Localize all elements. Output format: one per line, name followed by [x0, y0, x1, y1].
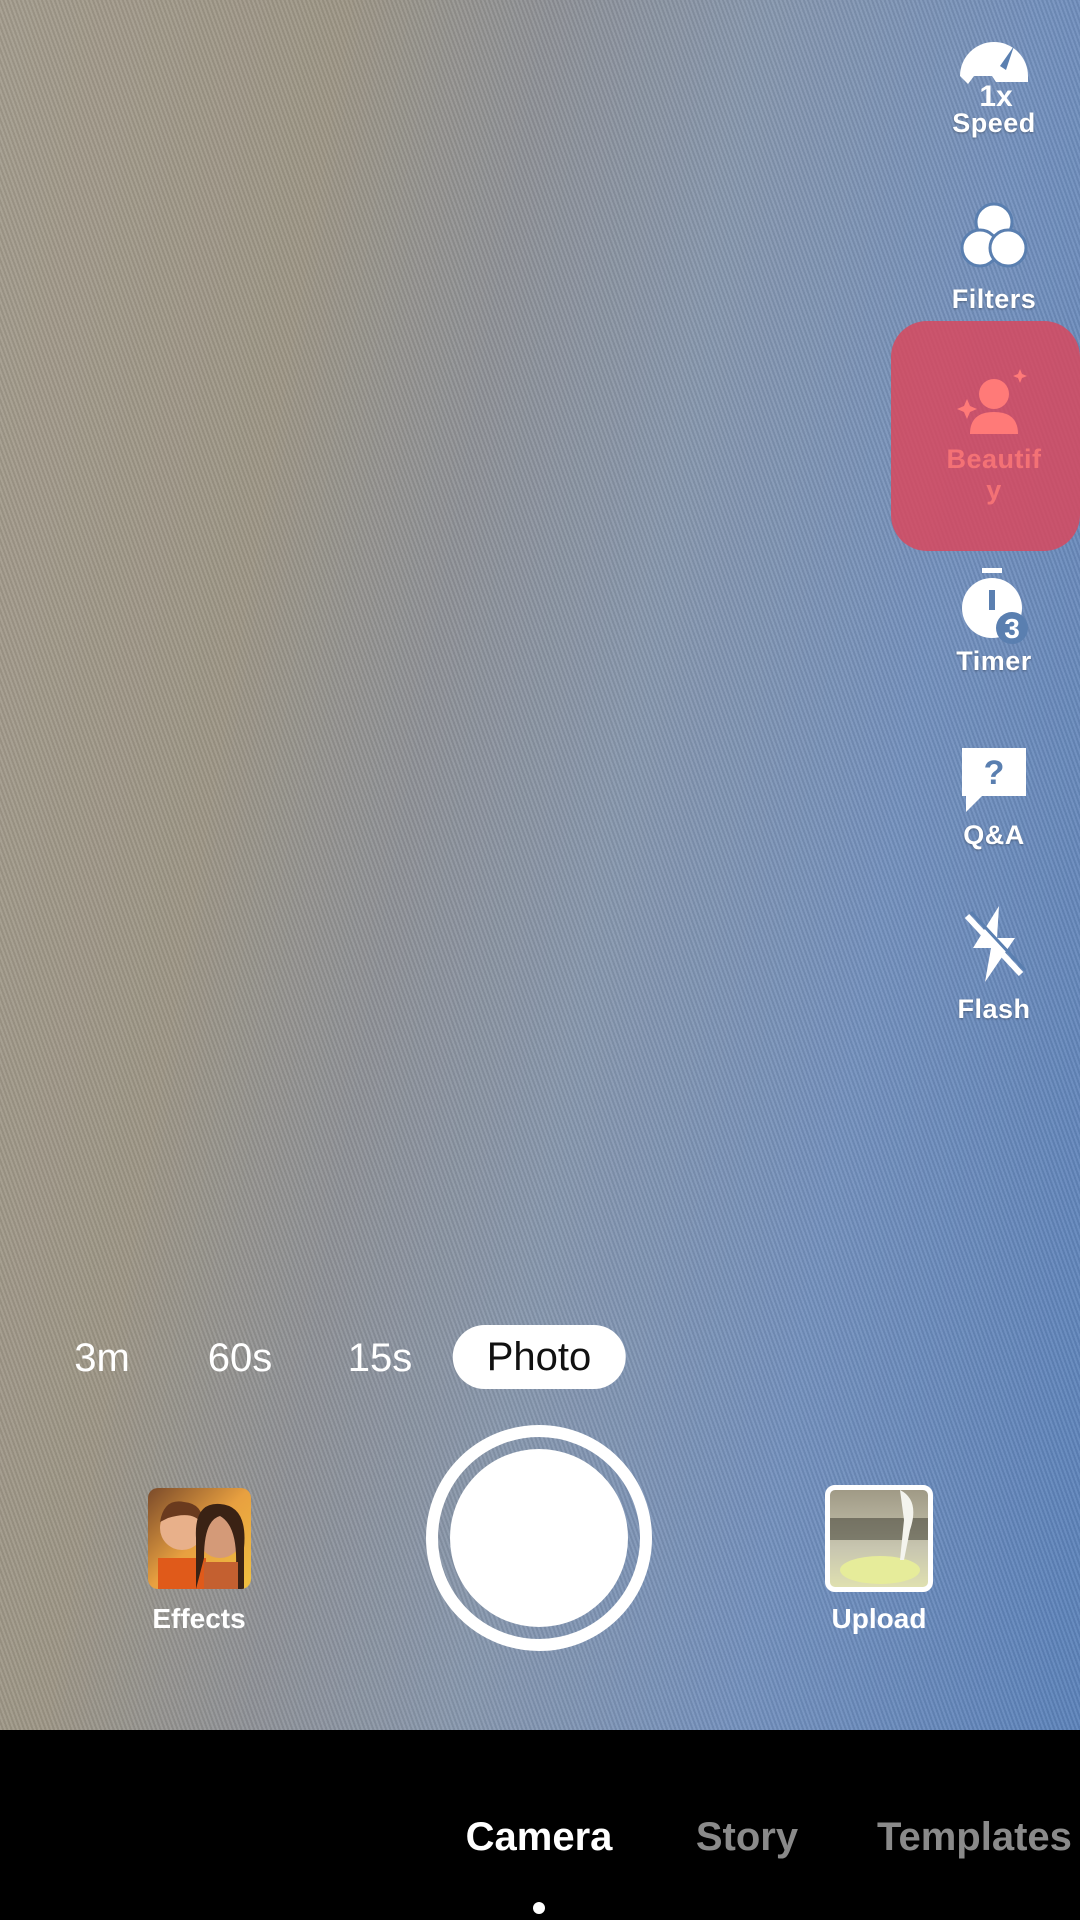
timer-label: Timer: [956, 646, 1032, 676]
svg-text:?: ?: [984, 754, 1005, 792]
shutter-button[interactable]: [426, 1425, 652, 1651]
shutter-inner: [450, 1449, 628, 1627]
effects-avatars-image: [158, 1501, 245, 1589]
beautify-label: Beautif: [946, 444, 1042, 474]
effects-label: Effects: [152, 1603, 246, 1634]
effects-button[interactable]: [148, 1488, 251, 1589]
filters-label: Filters: [951, 284, 1037, 314]
speed-gauge-icon: 1x: [960, 42, 1028, 108]
upload-button[interactable]: [825, 1485, 933, 1592]
timer-button[interactable]: 3 Timer: [919, 566, 1069, 677]
filters-button[interactable]: Filters: [919, 200, 1069, 315]
qa-button[interactable]: ? Q&A: [919, 742, 1069, 851]
beautify-label-wrap: y: [986, 475, 1002, 505]
qa-icon: ?: [962, 748, 1026, 812]
qa-label: Q&A: [963, 820, 1025, 850]
beautify-button[interactable]: Beautif y: [919, 368, 1069, 506]
mode-60s[interactable]: 60s: [208, 1330, 273, 1386]
tab-camera[interactable]: Camera: [466, 1815, 613, 1860]
speed-label: Speed: [952, 108, 1036, 138]
svg-text:3: 3: [1004, 613, 1020, 644]
filters-icon: [960, 202, 1028, 268]
tab-story[interactable]: Story: [696, 1815, 798, 1860]
flash-off-icon: [964, 906, 1027, 982]
speed-button[interactable]: 1x Speed: [919, 32, 1069, 139]
flash-button[interactable]: Flash: [919, 904, 1069, 1025]
tab-templates[interactable]: Templates: [877, 1815, 1072, 1860]
selected-tab-indicator: [533, 1902, 545, 1914]
beautify-icon: [957, 369, 1027, 434]
upload-label: Upload: [831, 1603, 927, 1634]
flash-label: Flash: [957, 994, 1031, 1024]
mode-3m[interactable]: 3m: [74, 1330, 130, 1386]
mode-photo[interactable]: Photo: [452, 1325, 626, 1389]
upload-preview-image: [830, 1490, 928, 1584]
mode-15s[interactable]: 15s: [348, 1330, 413, 1386]
timer-icon: 3: [962, 568, 1028, 644]
svg-text:1x: 1x: [979, 80, 1013, 108]
